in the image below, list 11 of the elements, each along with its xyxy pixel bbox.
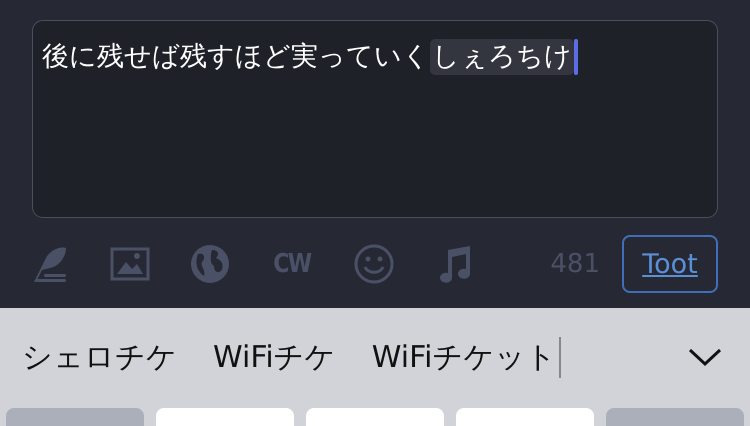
text-input-field[interactable]: 後に残せば残すほど実っていく しぇろちけ: [32, 20, 718, 218]
typed-text: 後に残せば残すほど実っていく: [42, 40, 430, 74]
text-caret: [574, 39, 578, 75]
composing-text: しぇろちけ: [430, 39, 574, 75]
conversion-candidate[interactable]: WiFiチケット: [372, 336, 560, 378]
toot-button[interactable]: Toot: [622, 235, 718, 293]
smiley-icon[interactable]: [354, 244, 394, 284]
globe-icon[interactable]: [190, 244, 230, 284]
chevron-down-icon[interactable]: [688, 347, 722, 367]
conversion-candidate[interactable]: シェロチケ: [22, 336, 177, 378]
conversion-candidate[interactable]: WiFiチケ: [213, 336, 336, 378]
